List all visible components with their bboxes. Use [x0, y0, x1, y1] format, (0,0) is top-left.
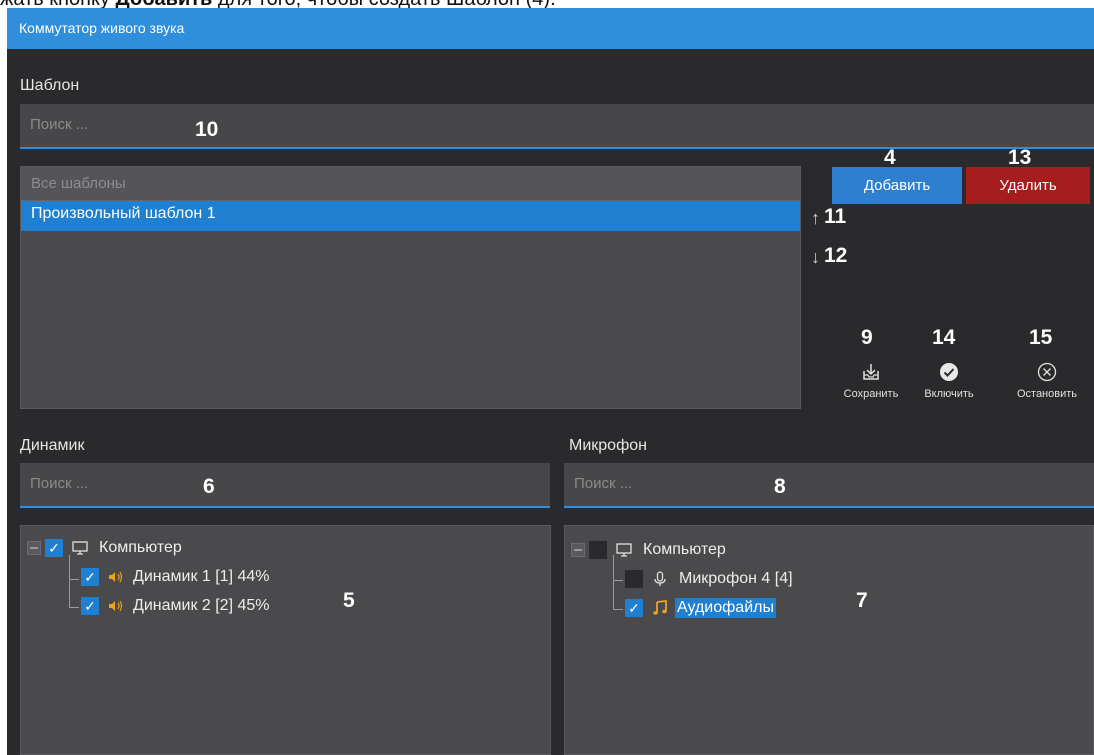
template-search-input[interactable]	[30, 116, 170, 133]
speaker-2-checkbox[interactable]: ✓	[81, 597, 99, 615]
list-item[interactable]: Произвольный шаблон 1	[21, 201, 800, 231]
add-template-button[interactable]: Добавить	[832, 167, 962, 204]
move-up-arrow-icon[interactable]: ↑	[811, 208, 820, 229]
template-section-label: Шаблон	[20, 77, 80, 94]
marker-9: 9	[861, 326, 873, 349]
marker-14: 14	[932, 326, 956, 349]
stop-label: Остановить	[1016, 388, 1078, 400]
tree-node-computer[interactable]: ✓ Компьютер	[27, 537, 182, 559]
template-search-field[interactable]	[20, 104, 1094, 149]
microphone-checkbox[interactable]	[625, 570, 643, 588]
marker-11: 11	[824, 205, 847, 228]
tree-node-speaker-1[interactable]: ✓ Динамик 1 [1] 44%	[81, 566, 270, 588]
speaker-icon	[109, 571, 123, 583]
stop-button[interactable]: Остановить	[1007, 362, 1087, 400]
monitor-icon	[616, 543, 632, 557]
speaker-section-label: Динамик	[20, 437, 85, 454]
tree-node-audio-files[interactable]: ✓ Аудиофайлы	[625, 597, 776, 619]
check-circle-icon	[940, 363, 958, 381]
tree-connector	[69, 555, 70, 608]
template-item-label: Произвольный шаблон 1	[31, 205, 216, 222]
templates-list[interactable]: Все шаблоны Произвольный шаблон 1	[20, 166, 801, 409]
collapse-icon[interactable]	[571, 543, 585, 557]
title-bar: Коммутатор живого звука	[7, 8, 1094, 49]
microphone-icon	[654, 571, 666, 586]
templates-list-header: Все шаблоны	[21, 167, 800, 201]
tree-connector	[613, 555, 614, 609]
microphone-section-label: Микрофон	[569, 437, 647, 454]
monitor-icon	[72, 541, 88, 555]
save-button[interactable]: Сохранить	[831, 362, 911, 400]
tree-node-computer[interactable]: Компьютер	[571, 539, 726, 561]
speaker-tree[interactable]: ✓ Компьютер ✓ Динамик 1 [1] 44% ✓ Динами…	[20, 525, 551, 755]
marker-12: 12	[824, 244, 848, 267]
close-circle-icon	[1037, 362, 1057, 382]
save-icon	[863, 364, 879, 380]
speaker-1-checkbox[interactable]: ✓	[81, 568, 99, 586]
instruction-caption: жать кнопку Добавить для того, чтобы соз…	[0, 0, 556, 10]
speaker-search-input[interactable]	[30, 475, 170, 492]
delete-template-button[interactable]: Удалить	[966, 167, 1090, 204]
marker-5: 5	[343, 589, 355, 612]
enable-label: Включить	[924, 388, 974, 400]
microphone-search-field[interactable]	[564, 463, 1094, 508]
audio-files-checkbox[interactable]: ✓	[625, 599, 643, 617]
marker-15: 15	[1029, 326, 1053, 349]
enable-button[interactable]: Включить	[909, 362, 989, 400]
move-down-arrow-icon[interactable]: ↓	[811, 247, 820, 268]
speaker-search-field[interactable]	[20, 463, 550, 508]
marker-10: 10	[195, 118, 219, 141]
tree-node-label: Компьютер	[643, 541, 726, 558]
microphone-search-input[interactable]	[574, 475, 714, 492]
window-title: Коммутатор живого звука	[19, 20, 185, 36]
microphone-tree[interactable]: Компьютер Микрофон 4 [4] ✓ Аудиофайлы 7	[564, 525, 1094, 755]
marker-6: 6	[203, 475, 215, 498]
tree-node-label: Микрофон 4 [4]	[679, 570, 793, 587]
templates-list-header-label: Все шаблоны	[31, 175, 126, 192]
save-label: Сохранить	[843, 388, 899, 400]
tree-node-microphone[interactable]: Микрофон 4 [4]	[625, 568, 793, 590]
tree-connector	[613, 580, 623, 581]
music-note-icon	[653, 599, 667, 615]
tree-node-speaker-2[interactable]: ✓ Динамик 2 [2] 45%	[81, 595, 270, 617]
tree-node-label: Компьютер	[99, 539, 182, 556]
collapse-icon[interactable]	[27, 541, 41, 555]
tree-node-label: Аудиофайлы	[675, 598, 776, 618]
tree-node-label: Динамик 1 [1] 44%	[133, 568, 270, 585]
tree-connector	[69, 579, 79, 580]
live-sound-switch-window: Коммутатор живого звука Шаблон 10 Все ша…	[7, 8, 1094, 755]
speaker-root-checkbox[interactable]: ✓	[45, 539, 63, 557]
tree-connector	[613, 609, 623, 610]
mic-root-checkbox[interactable]	[589, 541, 607, 559]
marker-8: 8	[774, 475, 786, 498]
tree-node-label: Динамик 2 [2] 45%	[133, 597, 270, 614]
marker-7: 7	[856, 589, 868, 612]
tree-connector	[69, 607, 79, 608]
speaker-icon	[109, 600, 123, 612]
